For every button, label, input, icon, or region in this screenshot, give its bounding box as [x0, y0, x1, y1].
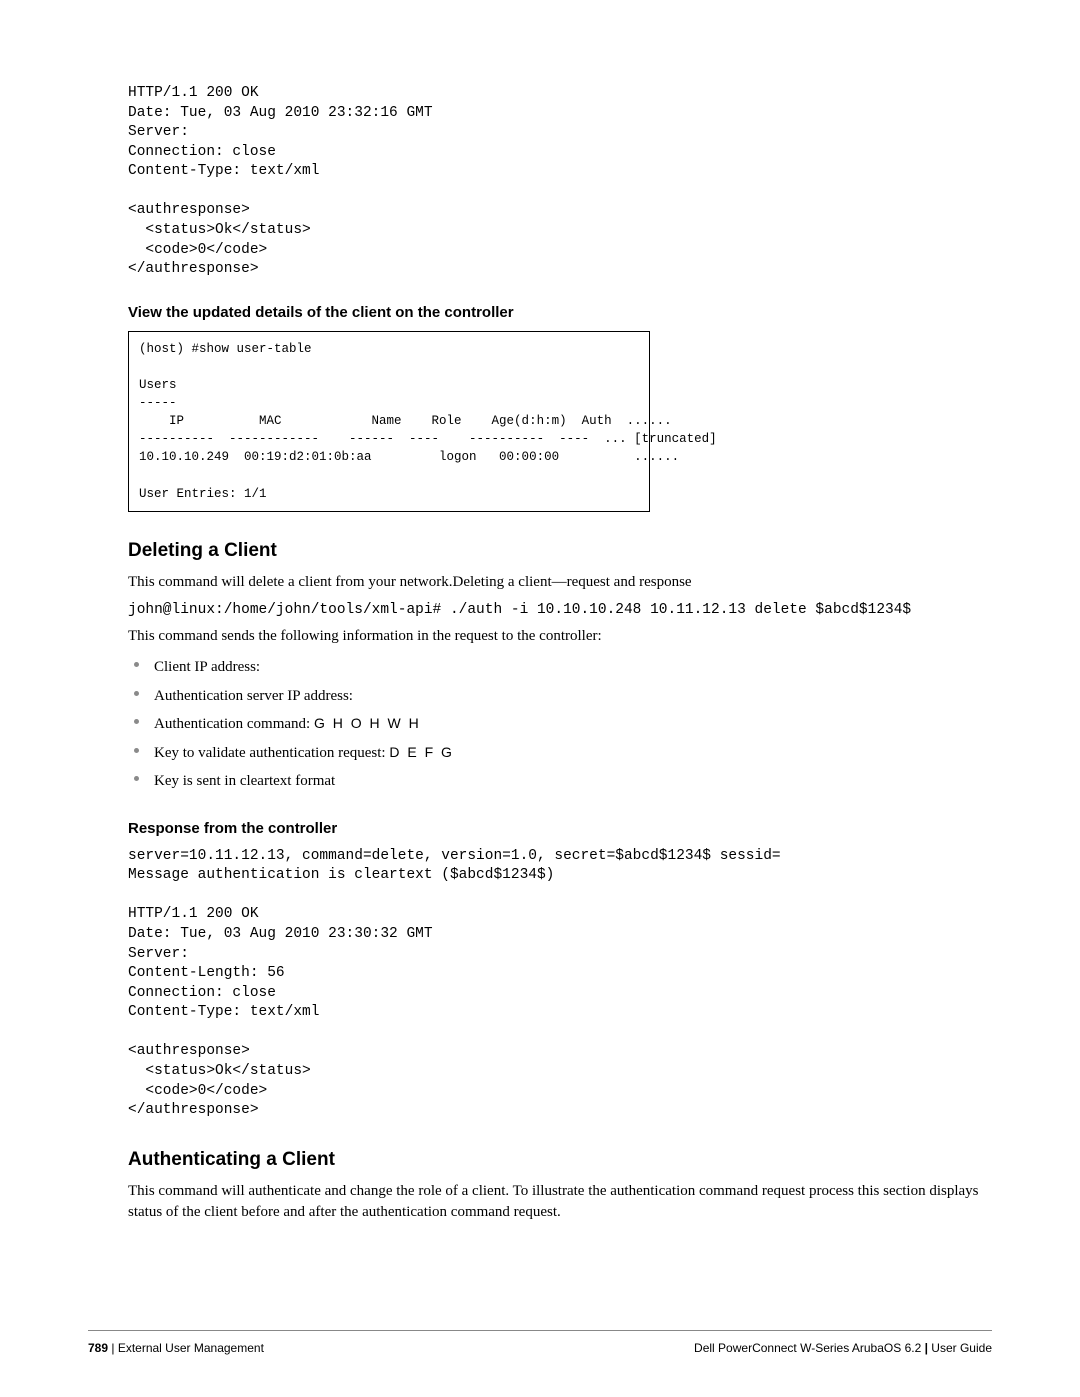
list-item-text: Key to validate authentication request: [154, 745, 389, 761]
footer-right-text: User Guide [931, 1341, 992, 1355]
list-item: Authentication server IP address: [128, 682, 990, 711]
heading-view-details: View the updated details of the client o… [128, 304, 990, 321]
page-footer: 789 | External User Management Dell Powe… [88, 1330, 992, 1355]
auth-paragraph-1: This command will authenticate and chang… [128, 1181, 990, 1225]
user-table-box: (host) #show user-table Users ----- IP M… [128, 331, 650, 512]
list-item: Authentication command: G H O H W H [128, 710, 990, 739]
heading-authenticating-client: Authenticating a Client [128, 1149, 990, 1171]
footer-right-sep: | [921, 1341, 931, 1355]
delete-command: john@linux:/home/john/tools/xml-api# ./a… [128, 602, 990, 618]
delete-paragraph-1: This command will delete a client from y… [128, 572, 990, 594]
list-item-text: Client IP address: [154, 659, 260, 675]
delete-paragraph-2: This command sends the following informa… [128, 626, 990, 648]
list-item-text: Authentication command: [154, 716, 314, 732]
list-item: Key is sent in cleartext format [128, 767, 990, 796]
footer-page-number: 789 [88, 1341, 108, 1355]
heading-response-controller: Response from the controller [128, 820, 990, 837]
list-item: Key to validate authentication request: … [128, 739, 990, 768]
http-response-block-1: HTTP/1.1 200 OK Date: Tue, 03 Aug 2010 2… [128, 84, 990, 280]
list-item-code: D E F G [389, 744, 454, 760]
bullet-list: Client IP address: Authentication server… [128, 653, 990, 796]
footer-left: 789 | External User Management [88, 1341, 264, 1355]
http-response-block-2: server=10.11.12.13, command=delete, vers… [128, 847, 990, 1121]
list-item-text: Key is sent in cleartext format [154, 773, 335, 789]
heading-deleting-client: Deleting a Client [128, 540, 990, 562]
list-item-text: Authentication server IP address: [154, 688, 353, 704]
page: HTTP/1.1 200 OK Date: Tue, 03 Aug 2010 2… [0, 0, 1080, 1397]
footer-left-text: External User Management [118, 1341, 264, 1355]
footer-right-product: Dell PowerConnect W-Series ArubaOS 6.2 [694, 1341, 921, 1355]
list-item-code: G H O H W H [314, 715, 421, 731]
list-item: Client IP address: [128, 653, 990, 682]
footer-right: Dell PowerConnect W-Series ArubaOS 6.2 |… [694, 1341, 992, 1355]
footer-left-sep: | [108, 1341, 118, 1355]
